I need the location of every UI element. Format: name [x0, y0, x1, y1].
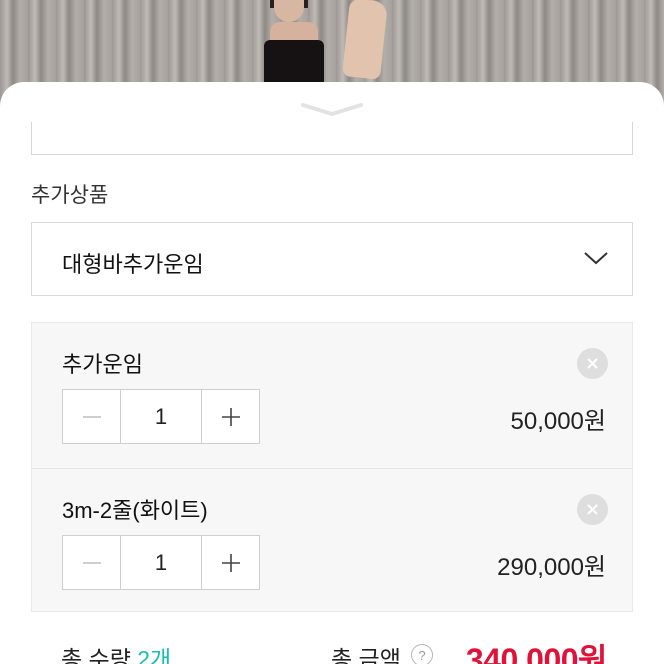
sheet-handle[interactable]: [297, 98, 367, 120]
photo-model: [248, 0, 344, 84]
increase-button[interactable]: [202, 390, 259, 443]
item-name: 추가운임: [62, 352, 143, 377]
help-icon[interactable]: ?: [411, 644, 433, 664]
select-value: 대형바추가운임: [62, 252, 204, 277]
selected-item: 추가운임 1 50,000원: [32, 323, 632, 468]
option-bottom-sheet: 추가상품 대형바추가운임 추가운임 1 50,000원 3m-2줄(화이트) 1…: [0, 82, 664, 664]
quantity-value[interactable]: 1: [120, 390, 202, 443]
minus-icon: [82, 415, 101, 418]
remove-button[interactable]: [577, 494, 608, 525]
chevron-down-icon: [584, 252, 608, 265]
close-icon: [587, 504, 598, 515]
quantity-stepper: 1: [62, 535, 260, 590]
item-price: 50,000원: [510, 408, 607, 435]
minus-icon: [82, 561, 101, 564]
selected-item: 3m-2줄(화이트) 1 290,000원: [32, 468, 632, 613]
decrease-button[interactable]: [63, 390, 120, 443]
close-icon: [587, 358, 598, 369]
total-price: 340,000원: [465, 642, 608, 664]
total-price-label: 총 금액: [331, 646, 401, 664]
section-label: 추가상품: [31, 184, 109, 207]
order-summary: 총 수량 2개 총 금액 ? 340,000원: [31, 637, 633, 664]
previous-option-box[interactable]: [31, 122, 633, 155]
additional-product-select[interactable]: 대형바추가운임: [31, 222, 633, 296]
quantity-stepper: 1: [62, 389, 260, 444]
remove-button[interactable]: [577, 348, 608, 379]
plus-icon: [221, 407, 240, 426]
item-price: 290,000원: [497, 554, 606, 581]
quantity-value[interactable]: 1: [120, 536, 202, 589]
item-name: 3m-2줄(화이트): [62, 498, 208, 523]
photo-arm: [342, 0, 388, 80]
selected-items-list: 추가운임 1 50,000원 3m-2줄(화이트) 1 290,000원: [31, 322, 633, 612]
decrease-button[interactable]: [63, 536, 120, 589]
total-quantity-label: 총 수량: [61, 646, 138, 664]
increase-button[interactable]: [202, 536, 259, 589]
total-quantity-value: 2개: [137, 646, 172, 664]
total-quantity: 총 수량 2개: [61, 640, 171, 664]
chevron-down-icon: [301, 103, 363, 116]
plus-icon: [221, 553, 240, 572]
